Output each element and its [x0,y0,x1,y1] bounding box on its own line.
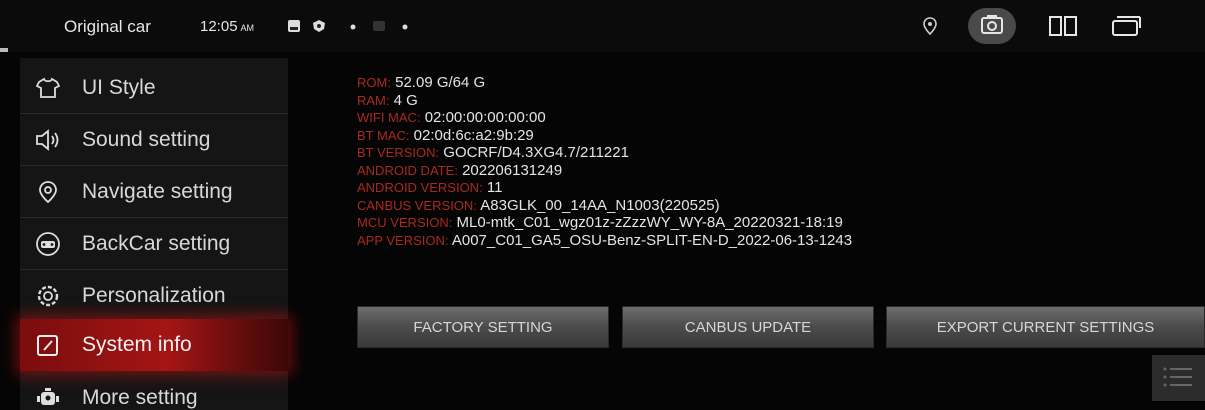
info-key: BT VERSION: [357,145,440,160]
info-value: 52.09 G/64 G [395,74,486,91]
sidebar-item-label: BackCar setting [82,231,231,255]
clock-ampm: AM [240,23,255,33]
screenshot-button[interactable] [968,8,1016,44]
status-title: Original car [64,17,151,36]
canbus-update-button[interactable]: CANBUS UPDATE [622,306,874,348]
sidebar-item-label: Sound setting [82,127,211,151]
info-key: WIFI MAC: [357,110,421,125]
info-bt-version: BT VERSION: GOCRF/D4.3XG4.7/211221 [357,144,1197,162]
shirt-icon [28,73,68,103]
info-value: 202206131249 [462,161,563,179]
export-current-settings-button[interactable]: EXPORT CURRENT SETTINGS [886,306,1205,348]
info-app-version: APP VERSION: A007_C01_GA5_OSU-Benz-SPLIT… [357,232,1197,250]
location-icon [923,17,937,35]
sidebar-item-personalization[interactable]: Personalization [20,270,288,322]
shield-icon [313,20,325,32]
sidebar-item-system-info[interactable]: System info [20,319,288,371]
info-key: ROM: [357,75,391,90]
camera-icon [981,15,1003,34]
status-bar: Original car 12:05 AM [0,0,1205,52]
info-android-version: ANDROID VERSION: 11 [357,179,1197,197]
info-key: MCU VERSION: [357,215,453,230]
info-key: ANDROID DATE: [357,162,458,178]
split-screen-icon[interactable] [1048,15,1078,37]
info-wifi-mac: WIFI MAC: 02:00:00:00:00:00 [357,109,1197,127]
recent-apps-icon[interactable] [1110,14,1142,38]
clock-time: 12:05 [200,18,238,35]
info-mcu-version: MCU VERSION: ML0-mtk_C01_wgz01z-zZzzWY_W… [357,214,1197,232]
image-icon [288,20,300,32]
info-value: 11 [486,179,503,196]
info-key: RAM: [357,92,390,108]
edit-icon [28,330,68,360]
dot-icon [350,24,356,30]
info-ram: RAM: 4 G [357,92,1197,110]
edge-marker [0,48,8,52]
info-value: A007_C01_GA5_OSU-Benz-SPLIT-EN-D_2022-06… [451,231,853,249]
sidebar-item-more-setting[interactable]: More setting [20,372,288,410]
screen: Original car 12:05 AM UI Style Sound set… [0,0,1205,410]
sidebar-item-label: UI Style [82,75,156,99]
sidebar-item-sound-setting[interactable]: Sound setting [20,114,288,166]
sidebar-item-ui-style[interactable]: UI Style [20,62,288,114]
factory-setting-button[interactable]: FACTORY SETTING [357,306,609,348]
sidebar-item-label: Navigate setting [82,179,233,203]
notification-icon [373,21,385,31]
info-rom: ROM: 52.09 G/64 G [357,74,1197,92]
info-android-date: ANDROID DATE: 202206131249 [357,162,1197,180]
status-time: 12:05 AM [200,18,254,35]
info-canbus-version: CANBUS VERSION: A83GLK_00_14AA_N1003(220… [357,197,1197,215]
info-value: ML0-mtk_C01_wgz01z-zZzzWY_WY-8A_20220321… [456,214,843,231]
info-value: GOCRF/D4.3XG4.7/211221 [443,144,629,161]
list-menu-button[interactable] [1152,355,1205,401]
robot-icon [28,383,68,410]
info-value: 02:00:00:00:00:00 [424,109,546,126]
info-value: 02:0d:6c:a2:9b:29 [413,126,534,144]
list-icon [1163,367,1192,387]
sidebar-item-label: More setting [82,386,198,409]
sidebar-item-backcar-setting[interactable]: BackCar setting [20,218,288,270]
car-icon [28,229,68,259]
sidebar-item-label: Personalization [82,283,226,307]
info-key: CANBUS VERSION: [357,197,477,213]
info-key: BT MAC: [357,127,410,143]
gear-icon [28,281,68,311]
sidebar-item-navigate-setting[interactable]: Navigate setting [20,166,288,218]
info-bt-mac: BT MAC: 02:0d:6c:a2:9b:29 [357,127,1197,145]
info-key: APP VERSION: [357,232,449,248]
sidebar-item-label: System info [82,333,192,356]
dot-icon-2 [402,24,408,30]
info-value: A83GLK_00_14AA_N1003(220525) [480,196,720,214]
location-pin-icon [28,177,68,207]
system-info-panel: ROM: 52.09 G/64 G RAM: 4 G WIFI MAC: 02:… [357,74,1197,249]
speaker-icon [28,125,68,155]
settings-sidebar: UI Style Sound setting Navigate setting … [20,58,288,410]
info-key: ANDROID VERSION: [357,180,483,195]
info-value: 4 G [393,91,418,109]
